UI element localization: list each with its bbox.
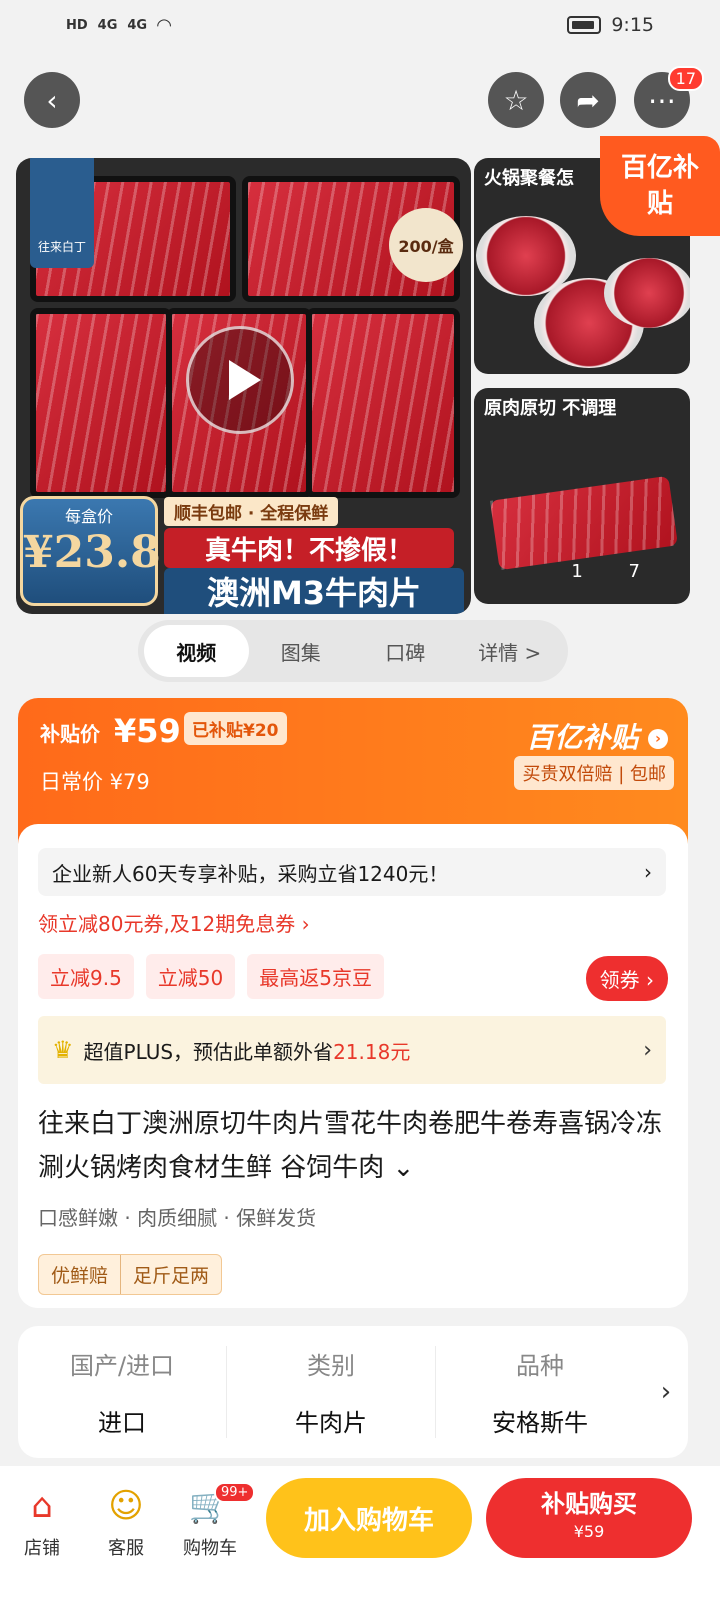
main-video-image[interactable]: 往来白丁 200/盒 每盒价 ¥23.8 顺丰包邮 · 全程保鲜 真牛肉！不掺假…: [16, 158, 471, 614]
coupon-link[interactable]: 领立减80元券,及12期免息券 ›: [38, 908, 310, 937]
customer-service-icon: ☺: [108, 1486, 144, 1526]
meat-slices: [490, 475, 678, 571]
spec-category: 类别 牛肉片: [226, 1346, 435, 1438]
promo-body: 企业新人60天专享补贴，采购立省1240元！ › 领立减80元券,及12期免息券…: [18, 824, 688, 1308]
service-button[interactable]: ☺ 客服: [88, 1486, 164, 1560]
chevron-right-icon: ›: [643, 1037, 652, 1063]
store-icon: ⌂: [31, 1486, 53, 1526]
signal-indicators: HD 4G 4G ◠: [66, 15, 171, 36]
meat-tray: [30, 308, 172, 498]
cart-button[interactable]: 🛒 99+ 购物车: [172, 1482, 256, 1560]
message-count-badge: 17: [667, 66, 704, 91]
signal-icon: 4G: [97, 17, 118, 33]
brand-logo: 往来白丁: [30, 158, 94, 268]
subsidy-price-label: 补贴价: [40, 722, 100, 746]
buy-now-button[interactable]: 补贴购买 ¥59: [486, 1478, 692, 1558]
product-features: 口感鲜嫩 · 肉质细腻 · 保鲜发货: [38, 1206, 317, 1230]
share-icon: ➦: [576, 83, 600, 117]
thumb-title: 火锅聚餐怎: [484, 168, 574, 189]
back-button[interactable]: ‹: [24, 72, 80, 128]
chevron-right-icon: ›: [644, 860, 652, 884]
meat-plate: [604, 258, 690, 328]
get-coupon-button[interactable]: 领券 ›: [585, 956, 668, 1001]
wifi-icon: ◠: [157, 14, 171, 36]
subsidized-chip: 已补贴¥20: [184, 712, 287, 745]
gallery-thumb[interactable]: 原肉原切 不调理 1 7: [474, 388, 690, 604]
discount-tag[interactable]: 立减50: [145, 954, 236, 999]
slogan: 真牛肉！不掺假！: [164, 528, 454, 568]
tab-reviews[interactable]: 口碑: [353, 625, 458, 677]
cart-count-badge: 99+: [214, 1482, 256, 1503]
guarantee-chip: 买贵双倍赔 | 包邮: [514, 756, 674, 790]
more-button[interactable]: ⋯ 17: [634, 66, 704, 128]
play-icon[interactable]: [186, 326, 294, 434]
discount-tag[interactable]: 最高返5京豆: [247, 954, 384, 999]
share-button[interactable]: ➦: [560, 72, 616, 128]
signal-icon: 4G: [127, 17, 148, 33]
box-weight-badge: 200/盒: [389, 208, 463, 282]
plus-banner[interactable]: ♛ 超值PLUS，预估此单额外省21.18元 ›: [38, 1016, 666, 1084]
chevron-right-icon: ›: [648, 729, 668, 749]
product-title[interactable]: 往来白丁澳洲原切牛肉片雪花牛肉卷肥牛卷寿喜锅冷冻涮火锅烤肉食材生鲜 谷饲牛肉 ⌄: [38, 1102, 674, 1190]
newcomer-banner[interactable]: 企业新人60天专享补贴，采购立省1240元！ ›: [38, 848, 666, 896]
service-badges[interactable]: 优鲜赔 足斤足两: [38, 1254, 223, 1295]
add-to-cart-button[interactable]: 加入购物车: [266, 1478, 472, 1558]
clock: 9:15: [611, 14, 654, 36]
price-card: 补贴价 ¥59 已补贴¥20 日常价 ¥79 百亿补贴 › 买贵双倍赔 | 包邮…: [18, 698, 688, 1308]
discount-tag[interactable]: 立减9.5: [38, 954, 134, 999]
product-gallery[interactable]: 往来白丁 200/盒 每盒价 ¥23.8 顺丰包邮 · 全程保鲜 真牛肉！不掺假…: [16, 136, 720, 614]
status-bar: HD 4G 4G ◠ 9:15: [0, 0, 720, 50]
discount-tags: 立减9.5 立减50 最高返5京豆: [38, 954, 384, 999]
tab-details[interactable]: 详情 >: [458, 625, 563, 677]
store-button[interactable]: ⌂ 店铺: [4, 1486, 80, 1560]
thumb-title: 原肉原切 不调理: [484, 398, 617, 419]
spec-origin: 国产/进口 进口: [69, 1352, 175, 1437]
media-tabs: 视频 图集 口碑 详情 >: [138, 620, 568, 682]
chevron-right-icon[interactable]: ›: [644, 1377, 688, 1407]
shipping-tag: 顺丰包邮 · 全程保鲜: [164, 497, 339, 526]
subsidy-brand-link[interactable]: 百亿补贴 ›: [526, 716, 668, 756]
chevron-left-icon: ‹: [46, 83, 58, 117]
per-box-price: 每盒价 ¥23.8: [20, 496, 161, 606]
subsidy-corner-badge: 百亿补贴: [600, 136, 720, 236]
subsidy-price: ¥59: [114, 712, 181, 750]
favorite-button[interactable]: ☆: [488, 72, 544, 128]
battery-icon: [567, 16, 602, 34]
hd-icon: HD: [66, 17, 88, 33]
tab-video[interactable]: 视频: [144, 625, 249, 677]
chevron-right-icon: ›: [646, 968, 654, 992]
daily-price: 日常价 ¥79: [40, 770, 150, 794]
bottom-action-bar: ⌂ 店铺 ☺ 客服 🛒 99+ 购物车 加入购物车 补贴购买 ¥59: [0, 1466, 720, 1600]
service-badge: 优鲜赔: [51, 1265, 109, 1287]
star-icon: ☆: [503, 83, 529, 117]
meat-tray: [306, 308, 460, 498]
spec-breed: 品种 安格斯牛: [435, 1346, 644, 1438]
crown-icon: ♛: [52, 1036, 74, 1064]
service-badge: 足斤足两: [120, 1255, 221, 1294]
product-name-banner: 澳洲M3牛肉片: [164, 568, 464, 614]
tab-gallery[interactable]: 图集: [249, 625, 354, 677]
promo-banner: 每盒价 ¥23.8 顺丰包邮 · 全程保鲜 真牛肉！不掺假！ 澳洲M3牛肉片: [16, 494, 471, 614]
spec-summary[interactable]: 国产/进口 进口 类别 牛肉片 品种 安格斯牛 ›: [18, 1326, 688, 1458]
image-counter: 1 7: [571, 561, 660, 582]
